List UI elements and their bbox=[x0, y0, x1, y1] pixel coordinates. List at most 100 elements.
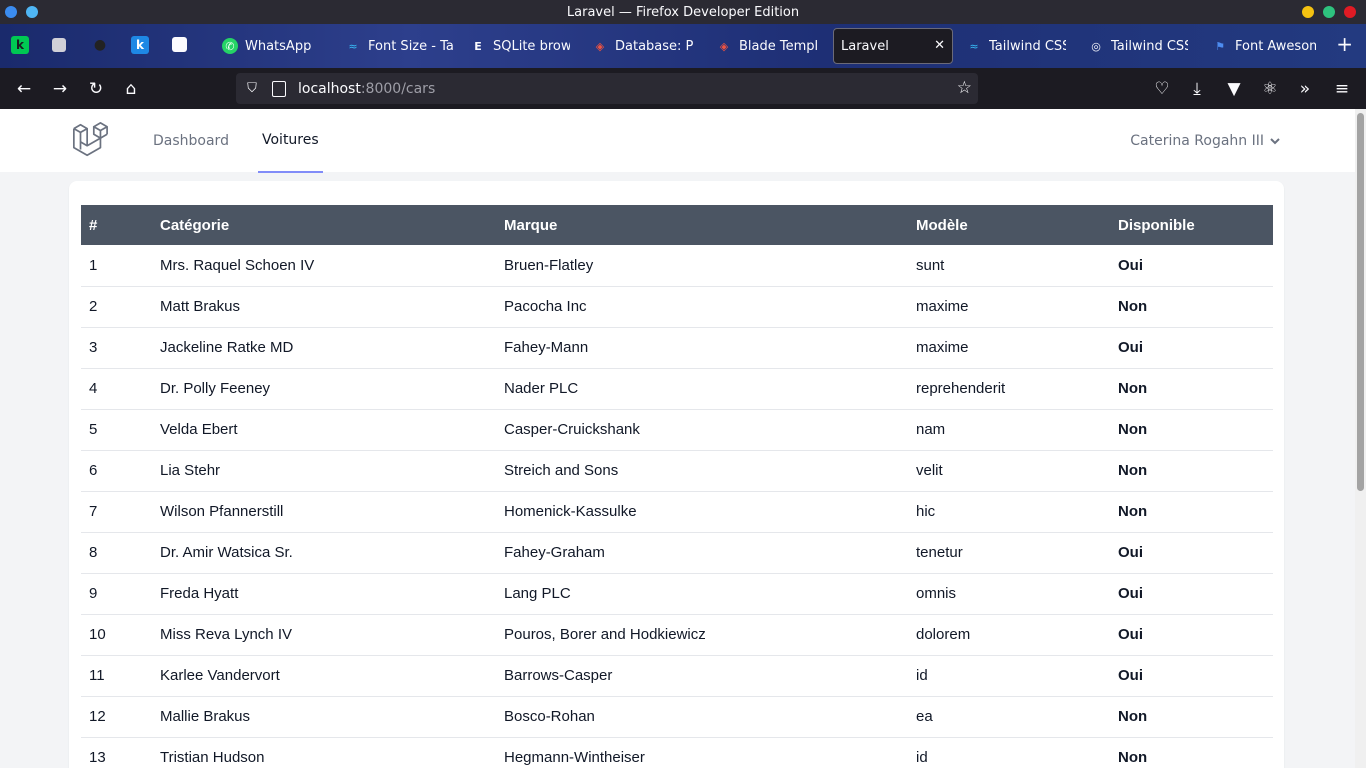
app-menu-icon[interactable] bbox=[26, 6, 38, 18]
pinned-tab-icon[interactable]: k bbox=[11, 36, 29, 54]
cell-categorie: Wilson Pfannerstill bbox=[152, 491, 496, 533]
cell-marque: Casper-Cruickshank bbox=[496, 409, 908, 451]
nav-link-label: Dashboard bbox=[153, 133, 229, 149]
tab-font-size[interactable]: ≈ Font Size - Tai bbox=[345, 30, 453, 62]
home-icon[interactable]: ⌂ bbox=[120, 78, 142, 100]
cell-categorie: Freda Hyatt bbox=[152, 573, 496, 615]
bookmark-star-icon[interactable]: ☆ bbox=[957, 78, 972, 98]
pinned-tab-icon[interactable] bbox=[52, 38, 66, 52]
download-icon[interactable]: ⤓ bbox=[1186, 78, 1208, 100]
maximize-button[interactable] bbox=[1323, 6, 1335, 18]
shield-icon[interactable]: ⛉ bbox=[244, 81, 260, 96]
cell-id: 6 bbox=[81, 450, 152, 492]
nav-link-label: Voitures bbox=[262, 132, 319, 148]
cell-disponible: Oui bbox=[1110, 245, 1273, 287]
nav-link-voitures[interactable]: Voitures bbox=[258, 109, 323, 173]
forward-icon[interactable]: → bbox=[49, 78, 71, 100]
column-header-disponible: Disponible bbox=[1118, 216, 1195, 234]
cell-disponible: Oui bbox=[1110, 327, 1273, 369]
cell-modele: hic bbox=[908, 491, 1110, 533]
chevron-down-icon bbox=[1270, 138, 1280, 145]
pinned-tab-icon[interactable]: k bbox=[131, 36, 149, 54]
cell-id: 10 bbox=[81, 614, 152, 656]
new-tab-button[interactable]: + bbox=[1336, 32, 1353, 56]
tailwind-icon: ≈ bbox=[348, 39, 358, 53]
table-row: 5 Velda Ebert Casper-Cruickshank nam Non bbox=[81, 409, 1273, 451]
vue-devtools-icon[interactable]: ▼ bbox=[1223, 78, 1245, 100]
cell-marque: Streich and Sons bbox=[496, 450, 908, 492]
cell-modele: id bbox=[908, 737, 1110, 768]
github-icon[interactable]: ● bbox=[91, 36, 109, 54]
table-row: 1 Mrs. Raquel Schoen IV Bruen-Flatley sunt O… bbox=[81, 245, 1273, 287]
cell-modele: velit bbox=[908, 450, 1110, 492]
cell-id: 13 bbox=[81, 737, 152, 768]
cell-id: 1 bbox=[81, 245, 152, 287]
whatsapp-icon: ✆ bbox=[222, 38, 238, 54]
cell-id: 4 bbox=[81, 368, 152, 410]
close-tab-icon[interactable]: ✕ bbox=[934, 38, 945, 53]
url-bar[interactable]: ⛉ localhost:8000/cars ☆ bbox=[236, 73, 978, 104]
cell-disponible: Oui bbox=[1110, 573, 1273, 615]
tab-laravel-active[interactable]: Laravel ✕ bbox=[833, 28, 953, 64]
tab-font-awesome[interactable]: ⚑ Font Awesom bbox=[1212, 30, 1316, 62]
cell-categorie: Mallie Brakus bbox=[152, 696, 496, 738]
tab-database[interactable]: ◈ Database: P bbox=[592, 30, 694, 62]
cell-disponible: Non bbox=[1110, 286, 1273, 328]
tab-sqlite[interactable]: E SQLite brows bbox=[470, 30, 570, 62]
user-name: Caterina Rogahn III bbox=[1130, 133, 1264, 149]
cell-disponible: Non bbox=[1110, 450, 1273, 492]
tab-blade[interactable]: ◈ Blade Templ bbox=[716, 30, 820, 62]
cell-categorie: Miss Reva Lynch IV bbox=[152, 614, 496, 656]
close-window-button[interactable] bbox=[1344, 6, 1356, 18]
react-devtools-icon[interactable]: ⚛ bbox=[1259, 78, 1281, 100]
table-row: 3 Jackeline Ratke MD Fahey-Mann maxime Oui bbox=[81, 327, 1273, 369]
hamburger-menu-icon[interactable]: ≡ bbox=[1331, 78, 1353, 100]
pocket-icon[interactable]: ♡ bbox=[1151, 78, 1173, 100]
window-controls bbox=[1302, 6, 1356, 18]
cell-marque: Hegmann-Wintheiser bbox=[496, 737, 908, 768]
pinned-tab-icon[interactable] bbox=[172, 37, 187, 52]
page-scrollbar[interactable] bbox=[1355, 109, 1366, 768]
cell-modele: reprehenderit bbox=[908, 368, 1110, 410]
scrollbar-thumb[interactable] bbox=[1357, 113, 1364, 491]
minimize-button[interactable] bbox=[1302, 6, 1314, 18]
cell-modele: maxime bbox=[908, 286, 1110, 328]
cell-marque: Fahey-Graham bbox=[496, 532, 908, 574]
cell-disponible: Non bbox=[1110, 368, 1273, 410]
laravel-logo[interactable] bbox=[71, 121, 109, 159]
column-header-categorie: Catégorie bbox=[160, 216, 230, 234]
cell-categorie: Karlee Vandervort bbox=[152, 655, 496, 697]
table-row: 9 Freda Hyatt Lang PLC omnis Oui bbox=[81, 573, 1273, 615]
cell-disponible: Non bbox=[1110, 409, 1273, 451]
cars-table: # Catégorie Marque Modèle Disponible 1 Mr… bbox=[81, 205, 1273, 768]
tab-whatsapp[interactable]: ✆ WhatsApp bbox=[222, 30, 330, 62]
cell-marque: Homenick-Kassulke bbox=[496, 491, 908, 533]
cell-modele: tenetur bbox=[908, 532, 1110, 574]
page-icon bbox=[272, 80, 286, 97]
tailwind-icon: ◎ bbox=[1091, 39, 1101, 53]
table-row: 11 Karlee Vandervort Barrows-Casper id Oui bbox=[81, 655, 1273, 697]
cell-marque: Lang PLC bbox=[496, 573, 908, 615]
cell-modele: ea bbox=[908, 696, 1110, 738]
cell-categorie: Tristian Hudson bbox=[152, 737, 496, 768]
user-dropdown[interactable]: Caterina Rogahn III bbox=[1130, 109, 1281, 173]
cell-modele: omnis bbox=[908, 573, 1110, 615]
url-host: localhost bbox=[298, 80, 361, 97]
window-titlebar: Laravel — Firefox Developer Edition bbox=[0, 0, 1366, 24]
cell-disponible: Oui bbox=[1110, 614, 1273, 656]
overflow-menu-icon[interactable]: » bbox=[1294, 78, 1316, 100]
url-path: :8000/cars bbox=[360, 80, 436, 97]
cell-id: 8 bbox=[81, 532, 152, 574]
cell-disponible: Non bbox=[1110, 737, 1273, 768]
table-row: 12 Mallie Brakus Bosco-Rohan ea Non bbox=[81, 696, 1273, 738]
back-icon[interactable]: ← bbox=[13, 78, 35, 100]
window-title: Laravel — Firefox Developer Edition bbox=[566, 4, 800, 20]
table-header-row: # Catégorie Marque Modèle Disponible bbox=[81, 205, 1273, 245]
nav-link-dashboard[interactable]: Dashboard bbox=[153, 109, 229, 173]
cell-id: 2 bbox=[81, 286, 152, 328]
table-row: 7 Wilson Pfannerstill Homenick-Kassulke hic… bbox=[81, 491, 1273, 533]
cell-modele: sunt bbox=[908, 245, 1110, 287]
tab-tailwind-1[interactable]: ≈ Tailwind CSS bbox=[966, 30, 1066, 62]
tab-tailwind-2[interactable]: ◎ Tailwind CSS bbox=[1088, 30, 1188, 62]
reload-icon[interactable]: ↻ bbox=[85, 78, 107, 100]
